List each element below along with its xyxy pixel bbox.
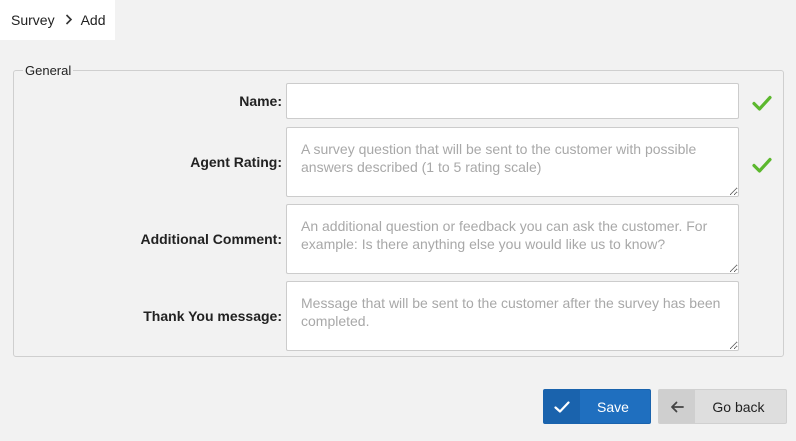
name-input[interactable]: [286, 83, 739, 119]
save-button-label: Save: [597, 398, 629, 415]
check-icon: [544, 390, 580, 423]
agent-rating-textarea[interactable]: [286, 127, 739, 197]
go-back-button-label: Go back: [712, 398, 765, 415]
breadcrumb-current: Add: [80, 12, 106, 28]
thank-you-message-label: Thank You message:: [143, 308, 282, 324]
breadcrumb: Survey Add: [0, 0, 115, 40]
save-button[interactable]: Save: [543, 389, 651, 424]
additional-comment-label: Additional Comment:: [140, 231, 282, 247]
arrow-left-icon: [659, 390, 695, 423]
name-label: Name:: [239, 93, 282, 109]
top-bar: Survey Add: [0, 0, 796, 40]
check-icon: [752, 93, 772, 113]
agent-rating-label: Agent Rating:: [190, 154, 282, 170]
breadcrumb-root[interactable]: Survey: [11, 12, 55, 28]
check-icon: [752, 155, 772, 175]
chevron-right-icon: [65, 13, 73, 28]
additional-comment-textarea[interactable]: [286, 204, 739, 274]
fieldset-legend: General: [23, 63, 74, 78]
go-back-button[interactable]: Go back: [658, 389, 787, 424]
thank-you-message-textarea[interactable]: [286, 281, 739, 351]
